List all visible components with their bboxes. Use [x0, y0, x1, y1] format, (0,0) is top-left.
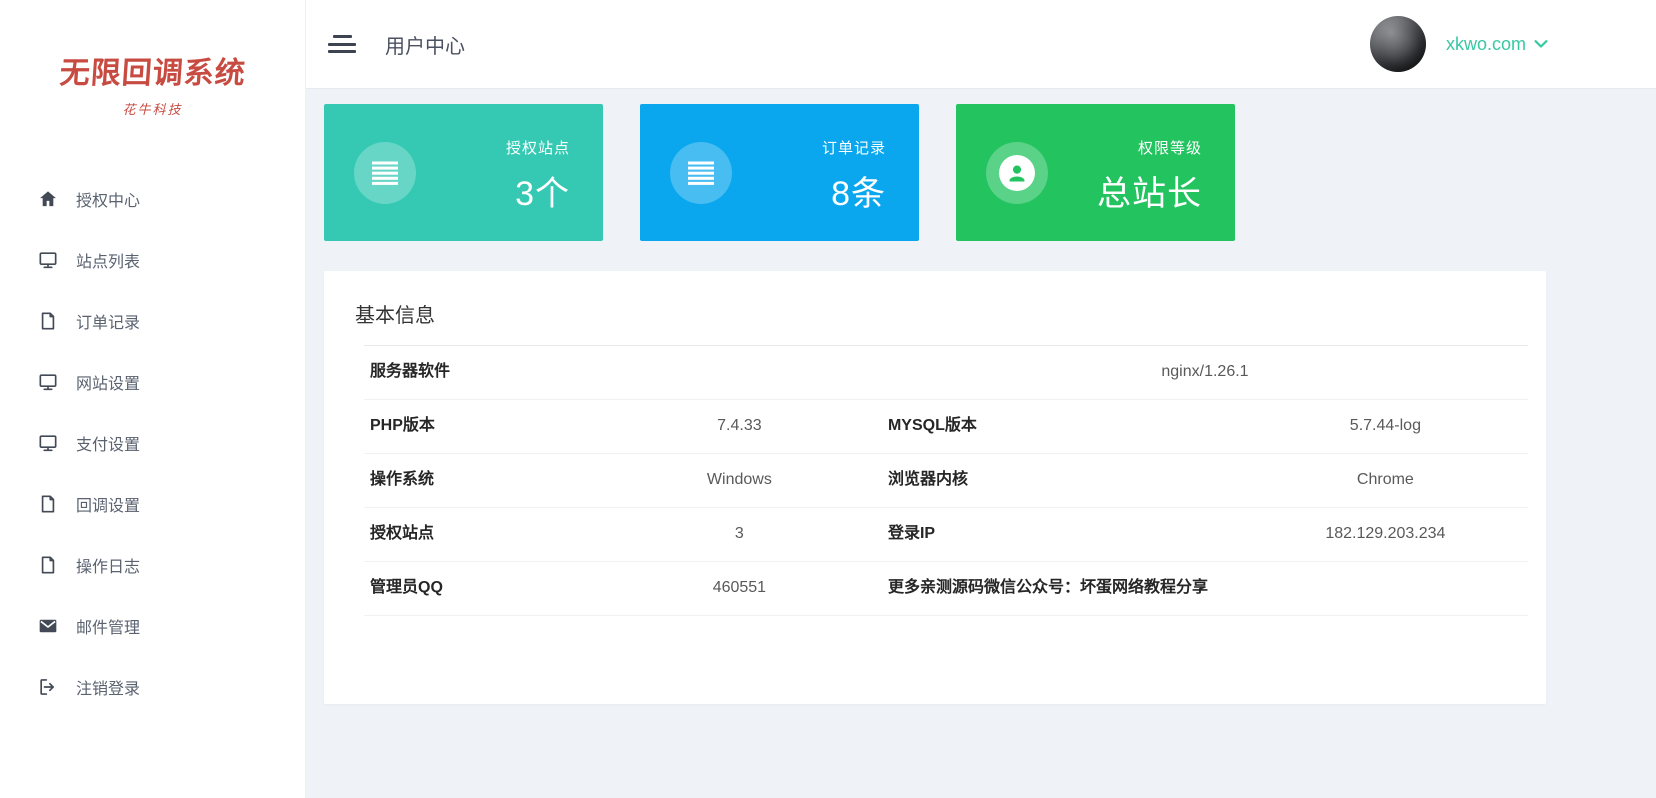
sidebar-item-0[interactable]: 授权中心 [0, 168, 305, 229]
stat-card-text: 授权站点 3个 [506, 137, 570, 215]
info-label: 操作系统 [364, 465, 597, 495]
stat-card-text: 权限等级总站长 [1097, 137, 1202, 215]
sidebar-item-label: 授权中心 [76, 187, 140, 211]
user-dropdown[interactable]: xkwo.com [1446, 34, 1548, 55]
sidebar-item-label: 回调设置 [76, 492, 140, 516]
content-area: 授权站点 3个 订单记录 8条 权限等级总站长 基本信息 服务器软件nginx/1.26… [306, 88, 1656, 704]
info-row-3: 授权站点3登录IP182.129.203.234 [364, 508, 1528, 562]
basic-info-panel: 基本信息 服务器软件nginx/1.26.1PHP版本7.4.33MYSQL版本… [324, 271, 1546, 704]
info-label: 更多亲测源码微信公众号：坏蛋网络教程分享 [882, 573, 1528, 603]
username-label: xkwo.com [1446, 34, 1526, 55]
list-icon [354, 142, 416, 204]
info-label: PHP版本 [364, 411, 597, 441]
info-row-2: 操作系统Windows浏览器内核Chrome [364, 454, 1528, 508]
info-label: 登录IP [882, 519, 1243, 549]
sidebar-item-label: 支付设置 [76, 431, 140, 455]
info-row-0: 服务器软件nginx/1.26.1 [364, 346, 1528, 400]
user-icon [986, 142, 1048, 204]
chevron-down-icon [1534, 39, 1548, 49]
top-header: 用户中心 xkwo.com [306, 0, 1656, 88]
page-title: 用户中心 [385, 30, 465, 59]
info-value: 7.4.33 [597, 411, 882, 441]
info-label: 管理员QQ [364, 573, 597, 603]
info-value: 3 [597, 519, 882, 549]
sidebar-item-label: 操作日志 [76, 553, 140, 577]
main-column: 用户中心 xkwo.com 授权站点 3个 订单记录 8条 权限等级总站长 基本信息 服… [306, 0, 1656, 798]
stat-card-1: 订单记录 8条 [640, 104, 919, 241]
stat-card-value: 总站长 [1097, 166, 1202, 215]
stat-card-2: 权限等级总站长 [956, 104, 1235, 241]
file-icon [37, 493, 59, 515]
stat-card-label: 权限等级 [1097, 137, 1202, 158]
monitor-icon [37, 249, 59, 271]
info-value: Chrome [1243, 465, 1528, 495]
avatar[interactable] [1370, 16, 1426, 72]
info-value: 460551 [597, 573, 882, 603]
logo: 无限回调系统 花牛科技 [0, 0, 305, 155]
stat-card-0: 授权站点 3个 [324, 104, 603, 241]
info-label: MYSQL版本 [882, 411, 1243, 441]
sidebar-item-4[interactable]: 支付设置 [0, 412, 305, 473]
sidebar-item-label: 网站设置 [76, 370, 140, 394]
info-value: 182.129.203.234 [1243, 519, 1528, 549]
logo-title: 无限回调系统 [58, 48, 247, 92]
sidebar-item-label: 站点列表 [76, 248, 140, 272]
stat-card-text: 订单记录 8条 [822, 137, 886, 215]
logout-icon [37, 676, 59, 698]
list-icon [670, 142, 732, 204]
file-icon [37, 310, 59, 332]
home-icon [37, 188, 59, 210]
info-value: nginx/1.26.1 [882, 357, 1528, 387]
sidebar-item-8[interactable]: 注销登录 [0, 656, 305, 717]
hamburger-menu-icon[interactable] [328, 34, 356, 54]
info-label: 浏览器内核 [882, 465, 1243, 495]
app-window: 无限回调系统 花牛科技 授权中心站点列表订单记录网站设置支付设置回调设置操作日志… [0, 0, 1656, 798]
sidebar-item-3[interactable]: 网站设置 [0, 351, 305, 412]
file-icon [37, 554, 59, 576]
user-block: xkwo.com [1370, 16, 1548, 72]
logo-subtitle: 花牛科技 [122, 99, 182, 118]
sidebar-item-2[interactable]: 订单记录 [0, 290, 305, 351]
info-label: 授权站点 [364, 519, 597, 549]
stat-cards: 授权站点 3个 订单记录 8条 权限等级总站长 [324, 104, 1546, 241]
monitor-icon [37, 432, 59, 454]
sidebar-item-label: 订单记录 [76, 309, 140, 333]
sidebar-item-7[interactable]: 邮件管理 [0, 595, 305, 656]
stat-card-value: 3个 [506, 166, 570, 215]
sidebar: 无限回调系统 花牛科技 授权中心站点列表订单记录网站设置支付设置回调设置操作日志… [0, 0, 306, 798]
panel-title: 基本信息 [324, 271, 1546, 345]
info-value: Windows [597, 465, 882, 495]
sidebar-item-5[interactable]: 回调设置 [0, 473, 305, 534]
info-table: 服务器软件nginx/1.26.1PHP版本7.4.33MYSQL版本5.7.4… [364, 345, 1528, 616]
sidebar-item-1[interactable]: 站点列表 [0, 229, 305, 290]
info-value: 5.7.44-log [1243, 411, 1528, 441]
info-row-4: 管理员QQ460551更多亲测源码微信公众号：坏蛋网络教程分享 [364, 562, 1528, 616]
info-row-1: PHP版本7.4.33MYSQL版本5.7.44-log [364, 400, 1528, 454]
sidebar-item-label: 邮件管理 [76, 614, 140, 638]
sidebar-item-6[interactable]: 操作日志 [0, 534, 305, 595]
stat-card-value: 8条 [822, 166, 886, 215]
stat-card-label: 订单记录 [822, 137, 886, 158]
sidebar-menu: 授权中心站点列表订单记录网站设置支付设置回调设置操作日志邮件管理注销登录 [0, 155, 305, 717]
monitor-icon [37, 371, 59, 393]
sidebar-item-label: 注销登录 [76, 675, 140, 699]
stat-card-label: 授权站点 [506, 137, 570, 158]
mail-icon [37, 615, 59, 637]
info-label: 服务器软件 [364, 357, 882, 387]
